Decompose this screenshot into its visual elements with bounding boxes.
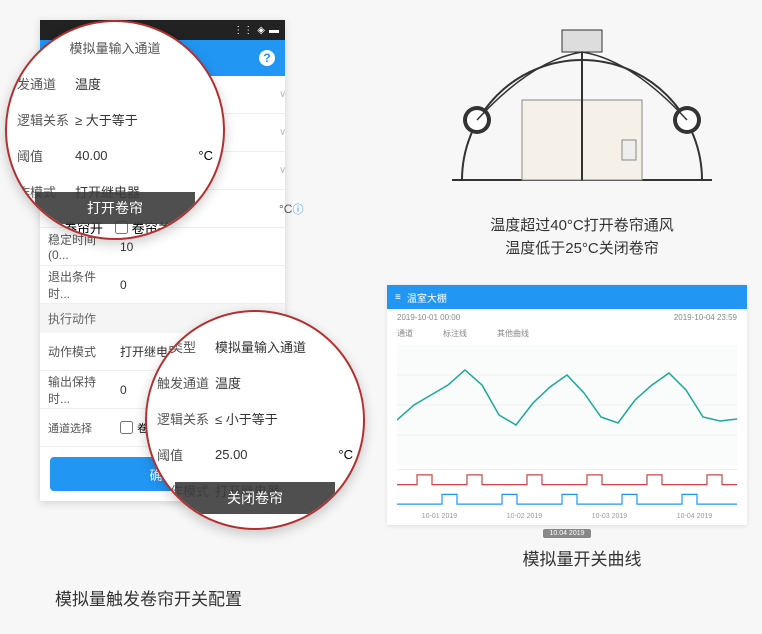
x-tick: 10-03 2019 (592, 513, 627, 520)
help-icon[interactable]: ? (259, 50, 275, 66)
info-icon[interactable]: ⓘ (292, 201, 303, 217)
hold-label: 输出保持时... (48, 373, 116, 407)
chevron-down-icon[interactable]: ∨ (279, 89, 286, 100)
lens2-channel-label: 触发通道 (157, 373, 215, 392)
line-chart[interactable] (397, 345, 737, 465)
desc-line1: 温度超过40°C打开卷帘通风 (432, 215, 732, 238)
x-tick: 10-04 2019 (677, 513, 712, 520)
lens-logic-label: 逻辑关系 (17, 110, 75, 129)
lens2-logic-value: ≤ 小于等于 (215, 409, 353, 428)
magnify-lens-open: 模拟量输入通道 发通道温度 逻辑关系≥ 大于等于 阈值40.00°C 作模式打开… (5, 20, 225, 240)
chart-header: ≡ 温室大棚 (387, 285, 747, 309)
lens-threshold-unit: °C (198, 148, 213, 163)
channel-select-label: 通道选择 (48, 420, 116, 436)
date-end[interactable]: 2019-10-04 23:59 (674, 313, 737, 322)
control-marker: 标注线 (443, 328, 467, 339)
chart-panel: ≡ 温室大棚 2019-10-01 00:00 2019-10-04 23:59… (387, 285, 747, 525)
lens-caption-open: 打开卷帘 (35, 192, 195, 224)
date-start[interactable]: 2019-10-01 00:00 (397, 313, 460, 322)
lens-threshold-value: 40.00 (75, 148, 198, 163)
lens2-source-value: 模拟量输入通道 (215, 337, 353, 356)
stable-time-input[interactable] (116, 236, 279, 258)
exit-label: 退出条件时... (48, 268, 116, 302)
chart-title: 温室大棚 (407, 290, 447, 305)
chevron-down-icon[interactable]: ∨ (279, 165, 286, 176)
greenhouse-diagram (432, 20, 732, 200)
lens2-channel-value: 温度 (215, 373, 353, 392)
lens-logic-value: ≥ 大于等于 (75, 110, 213, 129)
chart-caption: 模拟量开关曲线 (432, 545, 732, 570)
x-tick: 10-01 2019 (422, 513, 457, 520)
wifi-icon: ◈ (257, 25, 265, 36)
menu-icon[interactable]: ≡ (395, 292, 401, 303)
exit-row: 退出条件时... (40, 266, 285, 304)
open-checkbox[interactable] (120, 421, 133, 434)
lens2-logic-label: 逻辑关系 (157, 409, 215, 428)
mode-label: 动作模式 (48, 343, 116, 360)
battery-icon: ▬ (269, 25, 279, 36)
control-other: 其他曲线 (497, 328, 529, 339)
stable-time-row: 稳定时间(0... (40, 228, 285, 266)
x-tick: 10-02 2019 (507, 513, 542, 520)
description-text: 温度超过40°C打开卷帘通风 温度低于25°C关闭卷帘 (432, 215, 732, 260)
tooltip-date: 10.04 2019 (543, 529, 590, 538)
lens-threshold-label: 阈值 (17, 146, 75, 165)
digital-chart[interactable] (397, 469, 737, 509)
control-channel: 通道 (397, 328, 413, 339)
lens-channel-value: 温度 (75, 74, 213, 93)
chevron-down-icon[interactable]: ∨ (279, 127, 286, 138)
lens-channel-label: 发通道 (17, 74, 75, 93)
lens2-threshold-unit: °C (338, 447, 353, 462)
magnify-lens-close: 源类型模拟量输入通道 触发通道温度 逻辑关系≤ 小于等于 阈值25.00°C 动… (145, 310, 365, 530)
lens2-threshold-value: 25.00 (215, 447, 338, 462)
signal-icon: ⋮⋮ (233, 25, 253, 36)
exit-input[interactable] (116, 274, 279, 296)
threshold-unit: °C (279, 202, 292, 216)
config-caption: 模拟量触发卷帘开关配置 (55, 585, 242, 610)
desc-line2: 温度低于25°C关闭卷帘 (432, 238, 732, 261)
lens2-threshold-label: 阈值 (157, 445, 215, 464)
lens-caption-close: 关闭卷帘 (175, 482, 335, 514)
